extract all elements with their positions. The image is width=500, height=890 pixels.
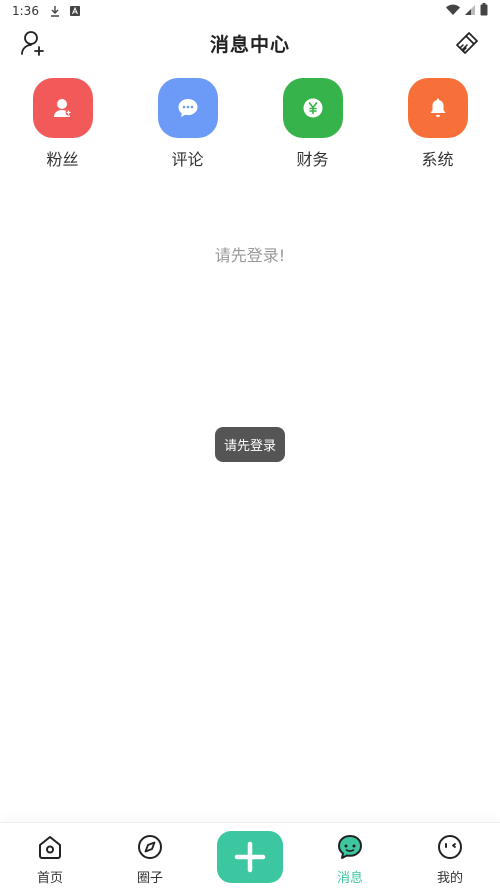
category-comments[interactable]: 评论 <box>125 78 250 170</box>
add-user-button[interactable] <box>20 30 46 56</box>
signal-icon <box>464 4 476 19</box>
bell-icon <box>430 98 445 117</box>
category-fans[interactable]: 粉丝 <box>0 78 125 170</box>
category-comments-label: 评论 <box>171 150 204 169</box>
notification-a-icon <box>69 5 81 17</box>
tab-messages[interactable]: 消息 <box>300 823 400 890</box>
wifi-icon <box>446 4 460 19</box>
tab-circle[interactable]: 圈子 <box>100 823 200 890</box>
page-title: 消息中心 <box>209 33 290 56</box>
plus-icon <box>234 841 266 873</box>
tab-me-label: 我的 <box>436 871 463 886</box>
clear-messages-button[interactable] <box>454 30 480 56</box>
category-finance-bubble <box>282 78 343 138</box>
category-comments-bubble <box>157 78 218 138</box>
category-fans-bubble <box>32 78 93 138</box>
category-finance-label: 财务 <box>296 150 329 169</box>
compass-icon <box>136 833 164 861</box>
comment-bubble-icon <box>178 99 197 117</box>
yen-coin-icon <box>303 98 322 118</box>
tab-messages-label: 消息 <box>336 871 363 886</box>
status-time: 1:36 <box>12 4 39 18</box>
category-system[interactable]: 系统 <box>375 78 500 170</box>
category-fans-label: 粉丝 <box>46 150 79 169</box>
tab-add-wrapper <box>200 823 300 890</box>
profile-face-icon <box>436 833 464 861</box>
category-system-bubble <box>407 78 468 138</box>
bottom-tab-bar: 首页 圈子 消息 我的 <box>0 822 500 890</box>
tab-home-label: 首页 <box>36 871 63 886</box>
category-system-label: 系统 <box>421 150 454 169</box>
login-prompt: 请先登录! <box>214 246 286 265</box>
add-post-button[interactable] <box>217 831 283 883</box>
battery-icon <box>480 3 488 19</box>
tab-circle-label: 圈子 <box>136 871 163 886</box>
tab-me[interactable]: 我的 <box>400 823 500 890</box>
toast-message: 请先登录 <box>215 427 285 462</box>
message-icon <box>336 833 364 861</box>
message-categories: 粉丝 评论 财务 系统 <box>0 78 500 170</box>
download-icon <box>49 5 61 17</box>
clear-brush-icon <box>456 32 478 54</box>
home-icon <box>36 833 64 861</box>
add-user-icon <box>21 31 44 56</box>
header: 消息中心 <box>0 22 500 64</box>
fan-user-icon <box>53 99 71 117</box>
status-bar: 1:36 <box>0 0 500 22</box>
category-finance[interactable]: 财务 <box>250 78 375 170</box>
tab-home[interactable]: 首页 <box>0 823 100 890</box>
